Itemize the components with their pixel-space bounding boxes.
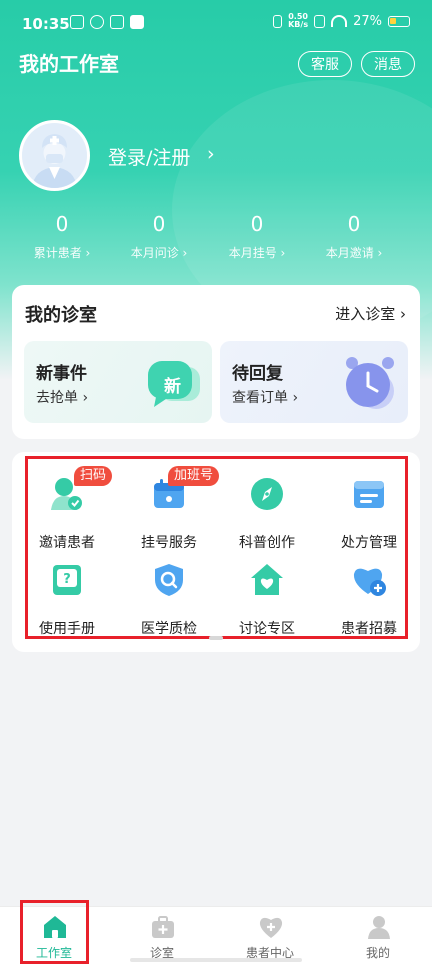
grid-item-invite-patient[interactable]: 邀请患者 扫码 bbox=[16, 466, 118, 551]
stat-value: 0 bbox=[250, 212, 264, 236]
scan-code-badge: 扫码 bbox=[74, 466, 113, 486]
app-notification-icon bbox=[130, 15, 144, 29]
heart-plus-icon bbox=[259, 917, 283, 938]
grid-item-label: 邀请患者 bbox=[39, 535, 95, 551]
sim-icon bbox=[314, 14, 326, 28]
stat-value: 0 bbox=[152, 212, 166, 236]
tab-studio[interactable]: 工作室 bbox=[0, 907, 108, 964]
enter-clinic-link[interactable]: 进入诊室 › bbox=[335, 303, 406, 324]
tab-mine[interactable]: 我的 bbox=[324, 907, 432, 964]
stat-value: 0 bbox=[347, 212, 361, 236]
person-icon bbox=[368, 916, 390, 939]
gesture-home-bar bbox=[130, 958, 302, 962]
tile-title: 新事件 bbox=[36, 364, 87, 384]
grid-item-quality-check[interactable]: 医学质检 bbox=[118, 552, 220, 637]
system-icons: 0.50 KB/s 27% bbox=[273, 13, 410, 29]
status-bar: 10:35 0.50 KB/s 27% bbox=[0, 0, 432, 40]
tile-subtitle: 去抢单 › bbox=[36, 390, 89, 406]
avatar[interactable] bbox=[19, 120, 90, 191]
feature-grid-card: 邀请患者 扫码 挂号服务 加班号 科普创作 处方管理 ? 使用手册 医学质检 讨… bbox=[12, 452, 420, 652]
doctor-avatar-icon bbox=[22, 123, 87, 188]
alarm-clock-icon bbox=[346, 357, 394, 409]
svg-text:?: ? bbox=[63, 572, 71, 587]
status-time: 10:35 bbox=[22, 15, 70, 33]
stat-monthly-registrations[interactable]: 0 本月挂号 › bbox=[209, 212, 305, 261]
grid-item-discussion[interactable]: 讨论专区 bbox=[216, 552, 318, 637]
medical-kit-icon bbox=[152, 916, 174, 938]
prescription-icon bbox=[354, 481, 384, 508]
tab-patient-center[interactable]: 患者中心 bbox=[216, 907, 324, 964]
battery-icon bbox=[388, 15, 410, 27]
grid-item-label: 处方管理 bbox=[341, 535, 397, 551]
grid-item-patient-recruit[interactable]: 患者招募 bbox=[318, 552, 420, 637]
customer-service-button[interactable]: 客服 bbox=[298, 51, 352, 77]
grid-item-label: 科普创作 bbox=[239, 535, 295, 551]
tab-label: 工作室 bbox=[35, 946, 72, 960]
chevron-right-icon: › bbox=[207, 143, 215, 165]
stat-monthly-invitations[interactable]: 0 本月邀请 › bbox=[306, 212, 402, 261]
scroll-indicator bbox=[209, 636, 223, 640]
discussion-icon bbox=[251, 564, 283, 595]
network-speed: 0.50 KB/s bbox=[288, 13, 308, 29]
tab-label: 我的 bbox=[365, 946, 390, 960]
grid-item-label: 患者招募 bbox=[341, 621, 397, 637]
tile-title: 待回复 bbox=[232, 364, 283, 384]
wifi-icon bbox=[331, 15, 348, 27]
grid-item-registration[interactable]: 挂号服务 加班号 bbox=[118, 466, 220, 551]
vibrate-icon bbox=[273, 14, 283, 28]
stat-label: 累计患者 › bbox=[33, 246, 91, 260]
stat-label: 本月问诊 › bbox=[130, 246, 188, 260]
stat-value: 0 bbox=[55, 212, 69, 236]
page-title: 我的工作室 bbox=[19, 52, 119, 76]
messages-button[interactable]: 消息 bbox=[361, 51, 415, 77]
grid-item-science-writing[interactable]: 科普创作 bbox=[216, 466, 318, 551]
quality-check-icon bbox=[155, 564, 183, 596]
grid-item-label: 使用手册 bbox=[39, 621, 95, 637]
compass-icon bbox=[251, 478, 283, 510]
new-badge-text: 新 bbox=[164, 377, 181, 397]
stat-total-patients[interactable]: 0 累计患者 › bbox=[14, 212, 110, 261]
extra-slot-badge: 加班号 bbox=[168, 466, 220, 486]
network-speed-unit: KB/s bbox=[288, 20, 309, 29]
app-notification-icon bbox=[90, 15, 104, 29]
grid-item-user-manual[interactable]: ? 使用手册 bbox=[16, 552, 118, 637]
new-event-tile[interactable]: 新事件 去抢单 › 新 bbox=[24, 341, 212, 423]
battery-percent: 27% bbox=[353, 13, 382, 29]
section-title: 我的诊室 bbox=[25, 305, 97, 326]
grid-item-label: 挂号服务 bbox=[141, 535, 197, 551]
notification-icons bbox=[70, 15, 144, 29]
grid-item-label: 讨论专区 bbox=[239, 621, 295, 637]
stat-monthly-consultations[interactable]: 0 本月问诊 › bbox=[111, 212, 207, 261]
home-icon bbox=[44, 916, 66, 938]
login-register-link[interactable]: 登录/注册 bbox=[108, 143, 190, 170]
pending-reply-tile[interactable]: 待回复 查看订单 › bbox=[220, 341, 408, 423]
tile-subtitle: 查看订单 › bbox=[232, 390, 299, 406]
stat-label: 本月挂号 › bbox=[228, 246, 286, 260]
manual-icon: ? bbox=[53, 565, 81, 595]
grid-item-label: 医学质检 bbox=[141, 621, 197, 637]
stat-label: 本月邀请 › bbox=[325, 246, 383, 260]
tiktok-notification-icon bbox=[110, 15, 124, 29]
tab-clinic[interactable]: 诊室 bbox=[108, 907, 216, 964]
bottom-tab-bar: 工作室 诊室 患者中心 我的 bbox=[0, 906, 432, 964]
app-notification-icon bbox=[70, 15, 84, 29]
grid-item-prescription[interactable]: 处方管理 bbox=[318, 466, 420, 551]
recruit-icon bbox=[353, 568, 386, 596]
my-clinic-card: 我的诊室 进入诊室 › 新事件 去抢单 › 新 待回复 查看订单 › bbox=[12, 285, 420, 439]
